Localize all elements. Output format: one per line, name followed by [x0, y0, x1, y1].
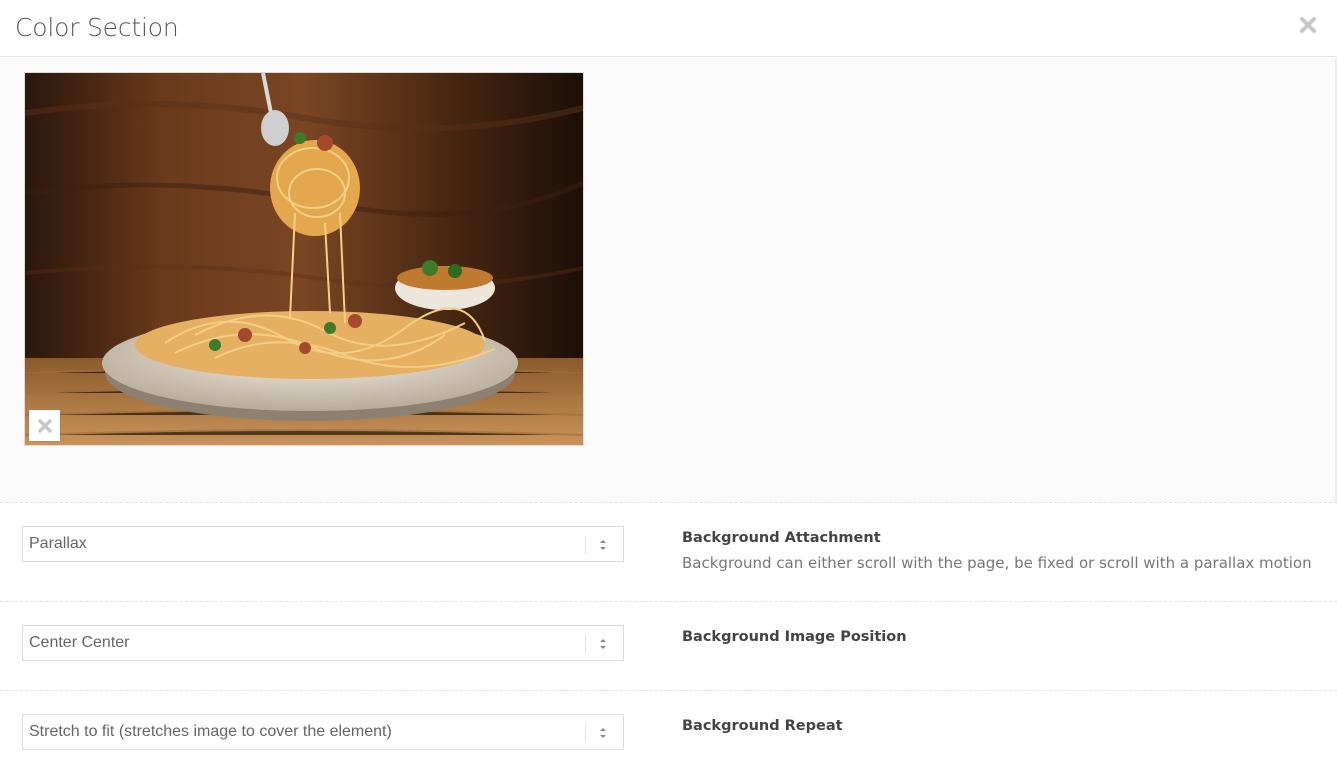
close-icon: [37, 418, 52, 433]
dialog-title: Color Section: [15, 13, 179, 42]
background-attachment-select[interactable]: Parallax: [22, 526, 624, 562]
select-divider: [585, 635, 586, 653]
setting-label: Background Image Position: [682, 629, 907, 645]
select-value: Parallax: [29, 535, 87, 552]
select-value: Center Center: [29, 634, 130, 651]
setting-row-background-image-position: Center Center Background Image Position: [0, 601, 1337, 690]
setting-row-background-attachment: Parallax Background Attachment Backgroun…: [0, 502, 1337, 601]
select-divider: [585, 724, 586, 742]
select-divider: [585, 536, 586, 554]
remove-image-button[interactable]: [29, 410, 60, 441]
setting-description: Background can either scroll with the pa…: [682, 554, 1312, 572]
select-arrows-icon: [600, 728, 606, 738]
close-icon[interactable]: [1299, 16, 1317, 34]
setting-label: Background Attachment: [682, 530, 881, 546]
dialog-header: Color Section: [0, 0, 1337, 57]
setting-label: Background Repeat: [682, 718, 843, 734]
select-arrows-icon: [600, 540, 606, 550]
background-image-preview: [24, 72, 584, 446]
select-value: Stretch to fit (stretches image to cover…: [29, 723, 392, 740]
background-repeat-select[interactable]: Stretch to fit (stretches image to cover…: [22, 714, 624, 750]
select-arrows-icon: [600, 639, 606, 649]
setting-row-background-repeat: Stretch to fit (stretches image to cover…: [0, 690, 1337, 768]
background-image-position-select[interactable]: Center Center: [22, 625, 624, 661]
background-image-area: [0, 58, 1337, 502]
